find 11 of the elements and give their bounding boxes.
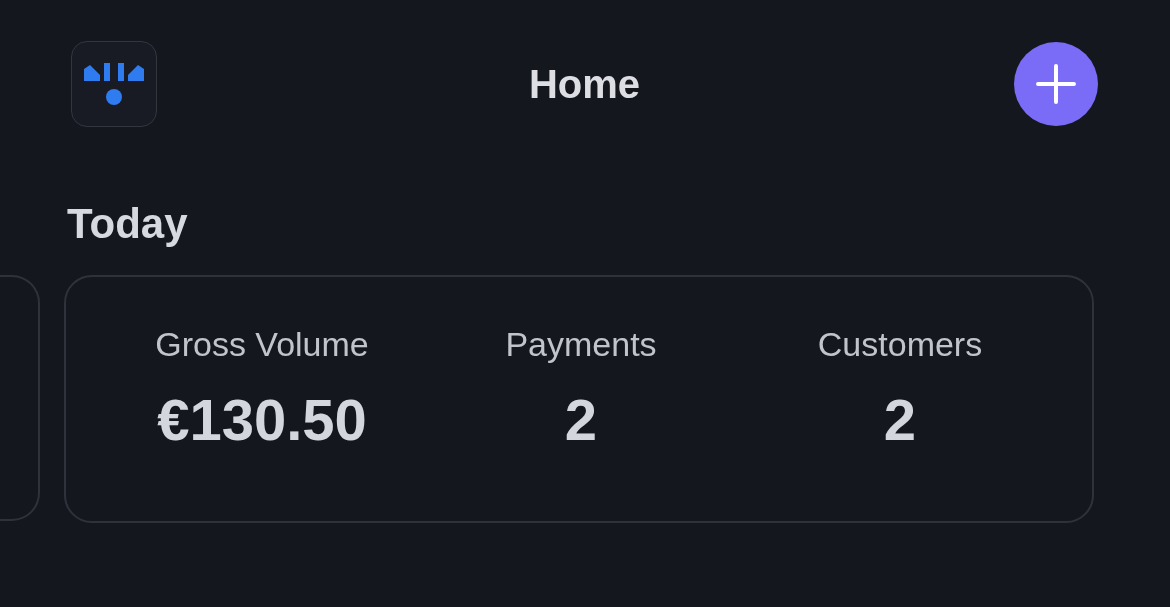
stat-value: €130.50 [157, 386, 367, 453]
stat-label: Customers [817, 325, 983, 364]
stat-label: Gross Volume [155, 325, 369, 364]
stat-value: 2 [883, 386, 917, 453]
app-logo[interactable] [71, 41, 157, 127]
stat-value: 2 [564, 386, 598, 453]
logo-icon [82, 61, 146, 107]
page-title: Home [528, 61, 641, 107]
plus-icon [1034, 62, 1078, 106]
section-title: Today [67, 203, 189, 245]
stat-label: Payments [505, 325, 657, 364]
